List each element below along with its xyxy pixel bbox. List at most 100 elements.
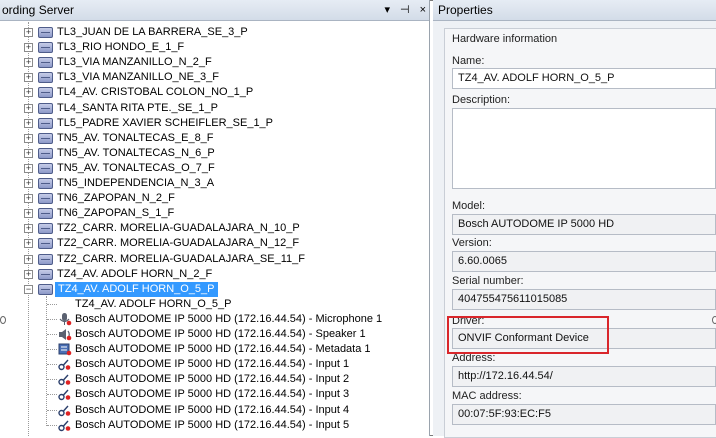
mac-field: 00:07:5F:93:EC:F5: [452, 404, 716, 425]
expand-icon[interactable]: +: [24, 239, 33, 249]
server-label: TN5_INDEPENDENCIA_N_3_A: [57, 177, 215, 189]
expand-icon[interactable]: +: [24, 209, 33, 219]
pane-title: ording Server: [2, 3, 75, 17]
serial-label: Serial number:: [452, 275, 524, 287]
tree-device-row[interactable]: TZ4_AV. ADOLF HORN_O_5_P: [0, 297, 429, 312]
splitter-handle[interactable]: [0, 316, 6, 324]
tree-server-row[interactable]: + TN5_INDEPENDENCIA_N_3_A: [0, 176, 429, 191]
tree-server-row[interactable]: + TL5_PADRE XAVIER SCHEIFLER_SE_1_P: [0, 116, 429, 131]
server-icon: [38, 87, 53, 99]
version-label: Version:: [452, 237, 492, 249]
close-icon[interactable]: ×: [420, 0, 426, 21]
server-icon: [38, 238, 53, 250]
tree-server-row[interactable]: + TZ4_AV. ADOLF HORN_N_2_F: [0, 267, 429, 282]
server-icon: [38, 42, 53, 54]
tree-device-row[interactable]: Bosch AUTODOME IP 5000 HD (172.16.44.54)…: [0, 403, 429, 418]
expand-icon[interactable]: +: [24, 148, 33, 158]
expand-icon[interactable]: +: [24, 28, 33, 37]
device-label: Bosch AUTODOME IP 5000 HD (172.16.44.54)…: [75, 312, 383, 325]
tree-server-row[interactable]: + TN6_ZAPOPAN_N_2_F: [0, 191, 429, 206]
expand-icon[interactable]: +: [24, 58, 33, 68]
expand-icon[interactable]: +: [24, 269, 33, 279]
server-label: TN5_AV. TONALTECAS_E_8_F: [57, 131, 214, 144]
device-label: Bosch AUTODOME IP 5000 HD (172.16.44.54)…: [75, 358, 350, 371]
server-icon: [38, 178, 53, 189]
server-icon: [38, 193, 53, 205]
microphone-icon: [58, 312, 72, 326]
tree-server-row[interactable]: + TL3_VIA MANZANILLO_NE_3_F: [0, 70, 429, 85]
tree-device-row[interactable]: Bosch AUTODOME IP 5000 HD (172.16.44.54)…: [0, 387, 429, 402]
tree-device-row[interactable]: Bosch AUTODOME IP 5000 HD (172.16.44.54)…: [0, 312, 429, 327]
expand-icon[interactable]: +: [24, 254, 33, 264]
server-tree: + TL3_JUAN DE LA BARRERA_SE_3_P + TL3_RIO H…: [0, 22, 429, 436]
expand-icon[interactable]: +: [24, 103, 33, 113]
name-field[interactable]: TZ4_AV. ADOLF HORN_O_5_P: [452, 68, 716, 89]
expand-icon[interactable]: +: [24, 163, 33, 173]
server-label: TZ2_CARR. MORELIA-GUADALAJARA_N_12_F: [57, 237, 300, 250]
version-field: 6.60.0065: [452, 251, 716, 272]
server-label: TN5_AV. TONALTECAS_N_6_P: [57, 146, 215, 159]
speaker-icon: [58, 328, 72, 341]
tree-server-row-selected[interactable]: − TZ4_AV. ADOLF HORN_O_5_P: [0, 281, 429, 297]
tree-server-row[interactable]: + TN6_ZAPOPAN_S_1_F: [0, 206, 429, 221]
tree-device-row[interactable]: Bosch AUTODOME IP 5000 HD (172.16.44.54)…: [0, 372, 429, 387]
scroll-handle[interactable]: [712, 316, 716, 324]
tree-device-row[interactable]: Bosch AUTODOME IP 5000 HD (172.16.44.54)…: [0, 418, 429, 433]
server-label-selected: TZ4_AV. ADOLF HORN_O_5_P: [55, 281, 218, 297]
input-icon: [58, 388, 72, 401]
expand-icon[interactable]: +: [24, 43, 33, 53]
recording-server-pane: ording Server ▾ ⊣ × + TL3_JUAN DE LA BARR…: [0, 0, 430, 436]
tree-server-row[interactable]: + TL4_AV. CRISTOBAL COLON_NO_1_P: [0, 85, 429, 100]
server-icon: [38, 253, 53, 265]
expand-icon[interactable]: +: [24, 133, 33, 143]
tree-server-row[interactable]: + TL3_RIO HONDO_E_1_F: [0, 40, 429, 55]
pin-icon[interactable]: ⊣: [400, 0, 410, 21]
device-label: Bosch AUTODOME IP 5000 HD (172.16.44.54)…: [75, 388, 350, 401]
server-label: TL4_SANTA RITA PTE._SE_1_P: [57, 101, 218, 114]
tree-server-row[interactable]: + TZ2_CARR. MORELIA-GUADALAJARA_N_12_F: [0, 236, 429, 251]
expand-icon[interactable]: +: [24, 179, 33, 188]
expand-icon[interactable]: +: [24, 73, 33, 83]
properties-pane: Properties Hardware information Name: TZ…: [433, 0, 716, 438]
tree-server-row[interactable]: + TZ2_CARR. MORELIA-GUADALAJARA_N_10_P: [0, 221, 429, 236]
input-icon: [58, 373, 72, 386]
tree-server-row[interactable]: + TZ2_CARR. MORELIA-GUADALAJARA_SE_11_F: [0, 252, 429, 267]
server-icon: [38, 162, 53, 174]
expand-icon[interactable]: +: [24, 224, 33, 234]
server-label: TN5_AV. TONALTECAS_O_7_F: [57, 161, 215, 174]
tree-server-row[interactable]: + TN5_AV. TONALTECAS_N_6_P: [0, 146, 429, 161]
server-icon: [38, 283, 53, 295]
input-icon: [58, 419, 72, 432]
expand-icon[interactable]: +: [24, 118, 33, 128]
tree-device-row[interactable]: Bosch AUTODOME IP 5000 HD (172.16.44.54)…: [0, 357, 429, 372]
description-field[interactable]: [452, 108, 716, 189]
expand-icon[interactable]: +: [24, 194, 33, 204]
server-label: TL4_AV. CRISTOBAL COLON_NO_1_P: [57, 86, 254, 99]
server-label: TN6_ZAPOPAN_N_2_F: [57, 192, 175, 205]
tree-device-row[interactable]: Bosch AUTODOME IP 5000 HD (172.16.44.54)…: [0, 327, 429, 342]
section-heading: Hardware information: [452, 33, 558, 45]
name-label: Name:: [452, 55, 485, 67]
mac-label: MAC address:: [452, 390, 522, 402]
tree-server-row[interactable]: + TN5_AV. TONALTECAS_O_7_F: [0, 161, 429, 176]
device-label: Bosch AUTODOME IP 5000 HD (172.16.44.54)…: [75, 403, 350, 416]
server-icon: [38, 223, 53, 235]
metadata-icon: [58, 343, 72, 356]
server-icon: [38, 27, 53, 38]
expand-icon[interactable]: +: [24, 88, 33, 98]
server-label: TL3_VIA MANZANILLO_N_2_F: [57, 56, 212, 69]
device-label: Bosch AUTODOME IP 5000 HD (172.16.44.54)…: [75, 418, 350, 431]
tree-server-row[interactable]: + TL3_JUAN DE LA BARRERA_SE_3_P: [0, 25, 429, 40]
dropdown-icon[interactable]: ▾: [384, 0, 390, 21]
server-label: TL3_VIA MANZANILLO_NE_3_F: [57, 71, 220, 84]
server-icon: [38, 117, 53, 129]
tree-server-row[interactable]: + TL3_VIA MANZANILLO_N_2_F: [0, 55, 429, 70]
server-label: TL3_RIO HONDO_E_1_F: [57, 41, 185, 54]
tree-device-row[interactable]: Bosch AUTODOME IP 5000 HD (172.16.44.54)…: [0, 342, 429, 357]
collapse-icon[interactable]: −: [24, 284, 33, 294]
server-icon: [38, 57, 53, 69]
tree-server-row[interactable]: + TN5_AV. TONALTECAS_E_8_F: [0, 131, 429, 146]
tree-server-row[interactable]: + TL4_SANTA RITA PTE._SE_1_P: [0, 101, 429, 116]
driver-highlight-box: [447, 316, 609, 354]
description-label: Description:: [452, 94, 511, 106]
